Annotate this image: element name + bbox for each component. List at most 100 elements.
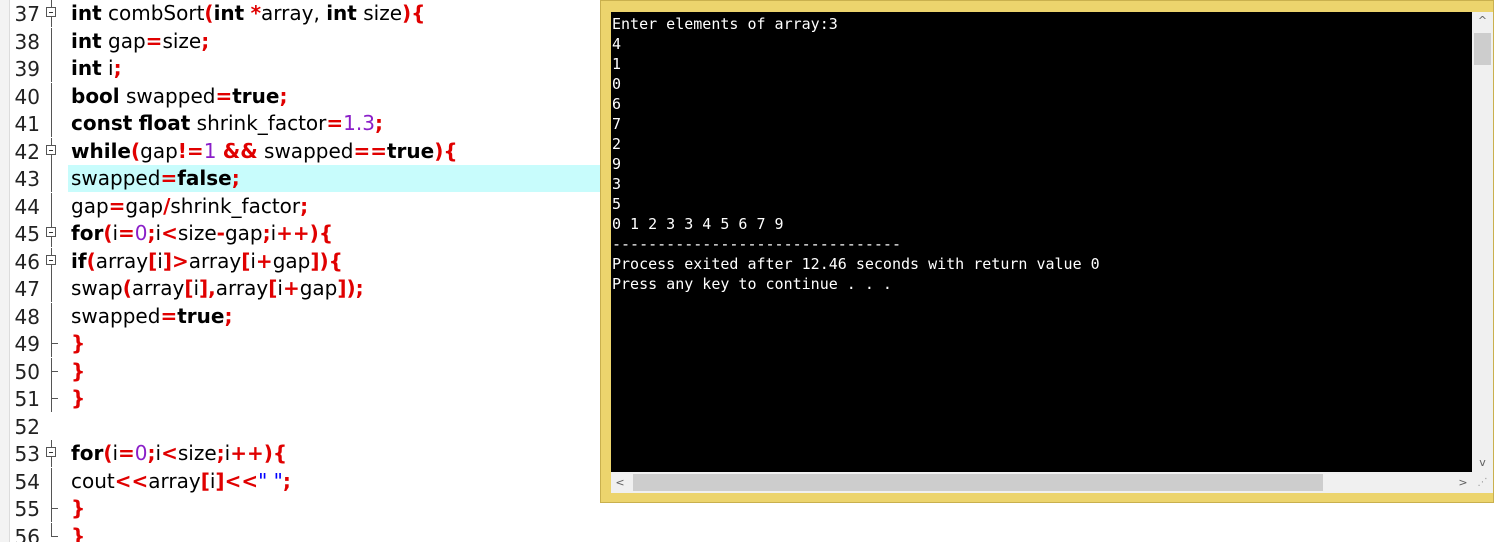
code-text: if(array[i]>array[i+gap]){ [71, 249, 343, 273]
fold-line-icon [45, 302, 59, 330]
code-line[interactable]: 46 if(array[i]>array[i+gap]){ [0, 247, 600, 275]
code-token: ; [147, 221, 156, 245]
code-token: int [326, 1, 357, 25]
code-token: int [71, 56, 102, 80]
code-token: != [177, 138, 204, 163]
code-line[interactable]: 48 swapped=true; [0, 302, 600, 330]
code-line[interactable]: 47 swap(array[i],array[i+gap]); [0, 275, 600, 302]
fold-line-icon [45, 330, 59, 357]
code-token: swapped [71, 166, 161, 190]
code-token: ; [224, 303, 233, 328]
code-token: gap [125, 193, 164, 218]
code-token: array [215, 276, 269, 300]
code-token: " " [258, 468, 283, 493]
code-token: ; [201, 28, 210, 53]
code-line[interactable]: 54 cout<<array[i]<<" "; [0, 467, 600, 495]
vertical-scrollbar[interactable]: ^ v [1472, 12, 1493, 472]
code-token: gap [101, 28, 146, 53]
code-line[interactable]: 52 [0, 413, 600, 440]
fold-line-icon [45, 82, 59, 110]
scroll-up-arrow-icon[interactable]: ^ [1472, 12, 1493, 30]
code-token: ( [122, 276, 132, 300]
scroll-right-arrow-icon[interactable]: > [1454, 472, 1472, 493]
fold-toggle-icon[interactable] [45, 137, 59, 165]
code-line[interactable]: 50} [0, 357, 600, 385]
code-text: } [71, 331, 85, 355]
code-editor[interactable]: 37 int combSort(int *array, int size){38 i… [0, 0, 600, 542]
horizontal-scrollbar[interactable]: < > [611, 472, 1472, 493]
code-token: } [71, 523, 86, 542]
fold-toggle-icon[interactable] [45, 220, 59, 247]
fold-toggle-icon[interactable] [45, 0, 59, 27]
code-text: gap=gap/shrink_factor; [71, 194, 308, 218]
code-token: swapped [119, 83, 216, 108]
code-token: ; [147, 441, 156, 465]
code-token: int [71, 1, 102, 25]
fold-toggle-icon[interactable] [45, 247, 59, 275]
code-token: ; [231, 166, 240, 190]
code-line[interactable]: 44 gap=gap/shrink_factor; [0, 192, 600, 220]
code-token: = [118, 221, 135, 245]
fold-line-icon [45, 522, 59, 542]
code-token: 1 [203, 138, 217, 163]
code-token: while [71, 138, 131, 163]
code-token: size [177, 221, 217, 245]
code-text: bool swapped=true; [71, 84, 287, 108]
line-number: 51 [14, 387, 40, 411]
fold-line-icon [45, 467, 59, 495]
code-token: gap [140, 138, 178, 163]
code-line[interactable]: 53 for(i=0;i<size;i++){ [0, 440, 600, 467]
code-token: swapped [257, 138, 354, 163]
line-number: 52 [14, 414, 40, 439]
code-token: [ [200, 468, 210, 493]
code-line[interactable]: 37 int combSort(int *array, int size){ [0, 0, 600, 27]
code-line[interactable]: 41 const float shrink_factor=1.3; [0, 110, 600, 137]
scroll-left-arrow-icon[interactable]: < [611, 472, 629, 493]
code-token: size [177, 441, 217, 465]
code-line[interactable]: 38 int gap=size; [0, 27, 600, 55]
line-number: 49 [14, 332, 40, 356]
console-output-area[interactable]: Enter elements of array:3 4 1 0 6 7 2 9 … [611, 12, 1472, 472]
code-token: ]); [337, 276, 364, 300]
code-line[interactable]: 56} [0, 522, 600, 542]
code-token: ], [199, 276, 216, 300]
code-line[interactable]: 49} [0, 330, 600, 357]
code-token: * [250, 1, 262, 25]
code-token: ( [131, 138, 141, 163]
code-token: gap [272, 248, 311, 273]
vertical-scroll-thumb[interactable] [1474, 33, 1491, 65]
code-token: true [177, 303, 225, 328]
code-token: array, [261, 1, 327, 25]
code-token: gap [71, 193, 109, 218]
code-token: if [71, 248, 87, 273]
code-line[interactable]: 51} [0, 385, 600, 412]
code-line[interactable]: 40 bool swapped=true; [0, 82, 600, 110]
code-token: < [161, 441, 178, 465]
horizontal-scroll-thumb[interactable] [633, 474, 1323, 491]
console-window[interactable]: Enter elements of array:3 4 1 0 6 7 2 9 … [600, 0, 1494, 503]
code-token: const [71, 111, 133, 135]
resize-grip-icon[interactable]: ⋰ [1472, 472, 1493, 493]
line-number: 50 [14, 359, 40, 384]
code-token: size [356, 1, 402, 25]
line-number: 38 [14, 29, 40, 54]
code-token: gap [224, 221, 263, 245]
code-line[interactable]: 55} [0, 495, 600, 522]
code-text: while(gap!=1 && swapped==true){ [71, 139, 458, 163]
code-token: } [71, 496, 86, 520]
code-line[interactable]: 42 while(gap!=1 && swapped==true){ [0, 137, 600, 165]
line-number: 45 [14, 222, 40, 246]
code-line[interactable]: 45 for(i=0;i<size-gap;i++){ [0, 220, 600, 247]
code-token: << [114, 468, 149, 493]
code-token: < [161, 221, 178, 245]
scroll-down-arrow-icon[interactable]: v [1472, 454, 1493, 472]
code-token: = [160, 303, 178, 328]
code-text: } [71, 386, 85, 410]
code-token: = [326, 111, 344, 135]
fold-toggle-icon[interactable] [45, 440, 59, 467]
code-line[interactable]: 43 swapped=false; [0, 165, 600, 192]
console-title-bar[interactable] [601, 1, 1493, 9]
code-token: ; [300, 193, 309, 218]
code-token: float [138, 111, 191, 135]
code-line[interactable]: 39 int i; [0, 55, 600, 82]
